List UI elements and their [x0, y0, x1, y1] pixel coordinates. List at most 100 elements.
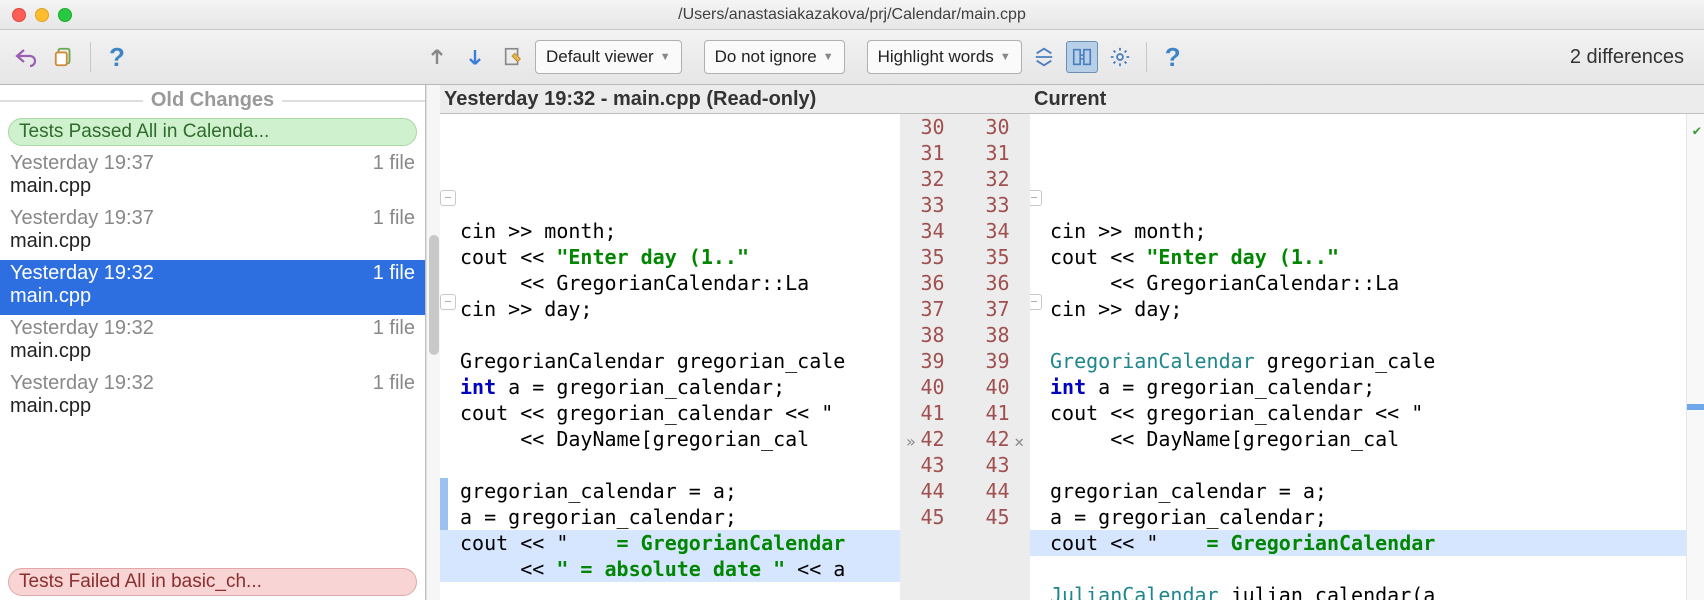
code-line[interactable]: cin >> day; [440, 296, 900, 322]
code-line[interactable]: gregorian_calendar = a; [1030, 478, 1686, 504]
panel-header: Old Changes [0, 85, 425, 114]
code-line[interactable]: cout << gregorian_calendar << " [440, 400, 900, 426]
change-item[interactable]: Yesterday 19:32 1 filemain.cpp [0, 315, 425, 370]
line-number: 40 [965, 374, 1030, 400]
code-line[interactable]: GregorianCalendar gregorian_cale [440, 348, 900, 374]
change-file: main.cpp [10, 285, 415, 308]
line-number: 42 [900, 426, 965, 452]
line-number: 32 [965, 166, 1030, 192]
code-line[interactable]: a = gregorian_calendar; [440, 504, 900, 530]
code-line[interactable]: cout << " = GregorianCalendar [1030, 530, 1686, 556]
copy-to-clipboard-icon[interactable] [48, 41, 80, 73]
code-line[interactable]: << DayName[gregorian_cal [1030, 426, 1686, 452]
change-time: Yesterday 19:32 [10, 262, 154, 285]
line-number: 30 [965, 114, 1030, 140]
edit-source-icon[interactable] [497, 41, 529, 73]
sync-scroll-icon[interactable] [1066, 41, 1098, 73]
line-number: 38 [965, 322, 1030, 348]
dropdown-label: Highlight words [878, 47, 994, 67]
code-line[interactable]: GregorianCalendar gregorian_cale [1030, 348, 1686, 374]
line-number: 35 [900, 244, 965, 270]
line-number: 41 [965, 400, 1030, 426]
dropdown-label: Default viewer [546, 47, 654, 67]
settings-gear-icon[interactable] [1104, 41, 1136, 73]
diff-overview-ruler[interactable]: ✔ [1686, 114, 1704, 600]
change-count: 1 file [373, 262, 415, 285]
change-file: main.cpp [10, 340, 415, 363]
line-number: 31 [965, 140, 1030, 166]
line-number: 38 [900, 322, 965, 348]
code-line[interactable]: JulianCalendar julian_calendar(a [1030, 582, 1686, 600]
code-line[interactable]: cin >> month; [440, 218, 900, 244]
prev-diff-button[interactable] [421, 41, 453, 73]
diff-count-label: 2 differences [1570, 46, 1684, 69]
line-number: 37 [965, 296, 1030, 322]
tests-failed-pill[interactable]: Tests Failed All in basic_ch... [8, 568, 417, 596]
help-icon[interactable]: ? [101, 41, 133, 73]
code-line[interactable] [1030, 322, 1686, 348]
code-line[interactable]: cin >> day; [1030, 296, 1686, 322]
code-line[interactable]: cout << gregorian_calendar << " [1030, 400, 1686, 426]
diff-right-pane[interactable]: – – cin >> month;cout << "Enter day (1..… [1030, 114, 1686, 600]
code-line[interactable]: cout << " = GregorianCalendar [440, 530, 900, 556]
fold-icon[interactable]: – [440, 190, 456, 206]
line-number: 36 [965, 270, 1030, 296]
change-count: 1 file [373, 317, 415, 340]
code-line[interactable]: gregorian_calendar = a; [440, 478, 900, 504]
code-line[interactable]: << GregorianCalendar::La [440, 270, 900, 296]
close-window-button[interactable] [12, 8, 26, 22]
diff-left-pane[interactable]: – – cin >> month;cout << "Enter day (1..… [440, 114, 900, 600]
window-title: /Users/anastasiakazakova/prj/Calendar/ma… [0, 6, 1704, 24]
code-line[interactable]: cout << "Enter day (1.." [1030, 244, 1686, 270]
code-line[interactable]: << " = absolute date " << a [440, 556, 900, 582]
code-line[interactable] [440, 322, 900, 348]
code-line[interactable] [440, 582, 900, 600]
tests-passed-pill[interactable]: Tests Passed All in Calenda... [8, 118, 417, 146]
code-line[interactable] [1030, 556, 1686, 582]
change-item[interactable]: Yesterday 19:32 1 filemain.cpp [0, 260, 425, 315]
checkmark-icon: ✔ [1693, 118, 1701, 144]
change-item[interactable]: Yesterday 19:371 filemain.cpp [0, 150, 425, 205]
panel-title: Old Changes [151, 89, 274, 112]
line-number: 39 [965, 348, 1030, 374]
line-number: 33 [965, 192, 1030, 218]
line-number: 45 [900, 504, 965, 530]
line-number: 32 [900, 166, 965, 192]
code-line[interactable]: a = gregorian_calendar; [1030, 504, 1686, 530]
chevron-down-icon: ▼ [823, 51, 834, 63]
minimize-window-button[interactable] [35, 8, 49, 22]
panel-scrollbar[interactable] [426, 85, 440, 600]
code-line[interactable]: << DayName[gregorian_cal [440, 426, 900, 452]
line-number: 37 [900, 296, 965, 322]
help-icon-right[interactable]: ? [1157, 41, 1189, 73]
code-line[interactable] [1030, 452, 1686, 478]
collapse-unchanged-icon[interactable] [1028, 41, 1060, 73]
change-time: Yesterday 19:32 [10, 317, 154, 340]
line-number: 34 [900, 218, 965, 244]
undo-button[interactable] [10, 41, 42, 73]
line-number: 40 [900, 374, 965, 400]
code-line[interactable]: int a = gregorian_calendar; [1030, 374, 1686, 400]
change-item[interactable]: Yesterday 19:321 filemain.cpp [0, 370, 425, 425]
next-diff-button[interactable] [459, 41, 491, 73]
changes-panel: Old Changes Tests Passed All in Calenda.… [0, 85, 426, 600]
line-number: 44 [965, 478, 1030, 504]
line-number: 41 [900, 400, 965, 426]
ignore-mode-dropdown[interactable]: Do not ignore ▼ [704, 40, 845, 74]
change-count: 1 file [373, 152, 415, 175]
change-time: Yesterday 19:37 [10, 207, 154, 230]
line-number: 45 [965, 504, 1030, 530]
change-item[interactable]: Yesterday 19:371 filemain.cpp [0, 205, 425, 260]
code-line[interactable] [440, 452, 900, 478]
diff-area: Yesterday 19:32 - main.cpp (Read-only) C… [440, 85, 1704, 600]
titlebar: /Users/anastasiakazakova/prj/Calendar/ma… [0, 0, 1704, 30]
code-line[interactable]: int a = gregorian_calendar; [440, 374, 900, 400]
code-line[interactable]: cout << "Enter day (1.." [440, 244, 900, 270]
fold-icon[interactable]: – [1030, 190, 1042, 206]
change-file: main.cpp [10, 395, 415, 418]
highlight-mode-dropdown[interactable]: Highlight words ▼ [867, 40, 1022, 74]
viewer-mode-dropdown[interactable]: Default viewer ▼ [535, 40, 682, 74]
zoom-window-button[interactable] [58, 8, 72, 22]
code-line[interactable]: cin >> month; [1030, 218, 1686, 244]
code-line[interactable]: << GregorianCalendar::La [1030, 270, 1686, 296]
